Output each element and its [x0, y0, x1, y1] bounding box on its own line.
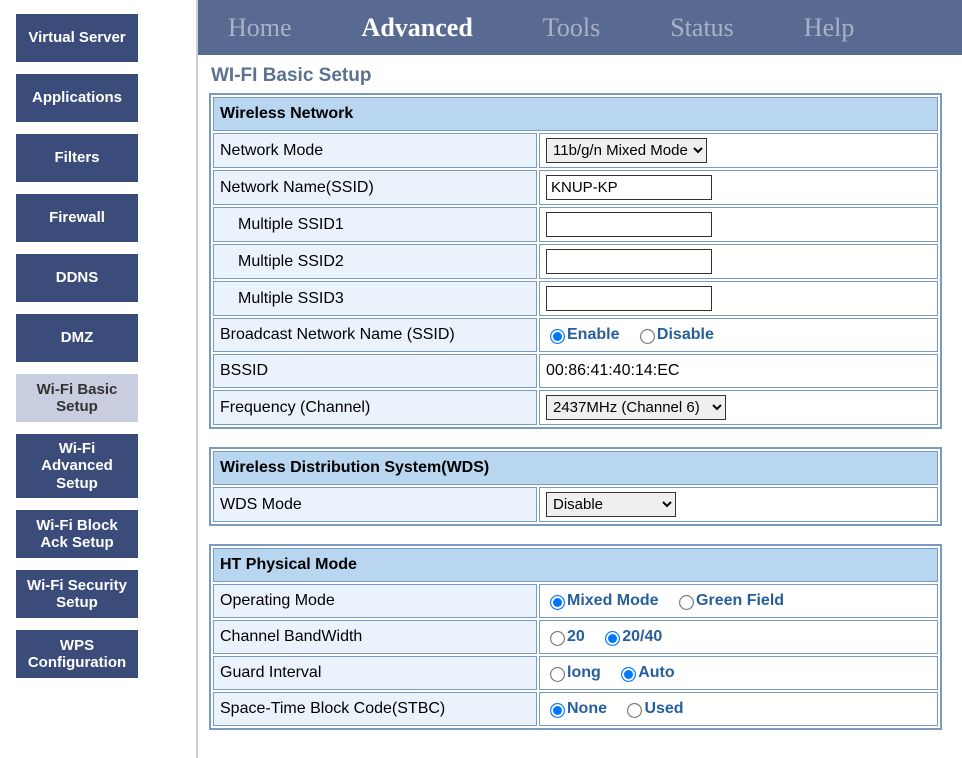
broadcast-disable-radio[interactable] [640, 329, 655, 344]
broadcast-ssid-label: Broadcast Network Name (SSID) [213, 318, 537, 352]
wds-table: Wireless Distribution System(WDS) WDS Mo… [209, 447, 942, 526]
network-mode-select[interactable]: 11b/g/n Mixed Mode [546, 138, 707, 163]
mssid2-input[interactable] [546, 249, 712, 274]
op-mixed-radio[interactable] [550, 595, 565, 610]
op-green-radio[interactable] [679, 595, 694, 610]
broadcast-disable-label: Disable [657, 326, 714, 343]
stbc-used-label: Used [644, 700, 683, 717]
bssid-value: 00:86:41:40:14:EC [539, 354, 938, 388]
bssid-label: BSSID [213, 354, 537, 388]
mssid1-label: Multiple SSID1 [213, 207, 537, 242]
network-mode-label: Network Mode [213, 133, 537, 168]
page-title: WI-FI Basic Setup [211, 65, 942, 87]
gi-long-label: long [567, 664, 601, 681]
topnav-tools[interactable]: Tools [543, 13, 600, 43]
sidebar-item-wps-configuration[interactable]: WPS Configuration [16, 630, 138, 678]
topnav-status[interactable]: Status [670, 13, 734, 43]
sidebar-item-dmz[interactable]: DMZ [16, 314, 138, 362]
ssid-label: Network Name(SSID) [213, 170, 537, 205]
cbw-2040-label: 20/40 [622, 628, 662, 645]
mssid1-input[interactable] [546, 212, 712, 237]
cbw-20-radio[interactable] [550, 631, 565, 646]
gi-auto-radio[interactable] [621, 667, 636, 682]
wds-header: Wireless Distribution System(WDS) [213, 451, 938, 485]
gi-long-radio[interactable] [550, 667, 565, 682]
sidebar-item-wifi-block-ack-setup[interactable]: Wi-Fi Block Ack Setup [16, 510, 138, 558]
frequency-label: Frequency (Channel) [213, 390, 537, 425]
wds-mode-label: WDS Mode [213, 487, 537, 522]
topnav-help[interactable]: Help [804, 13, 855, 43]
top-nav: Home Advanced Tools Status Help [198, 0, 962, 55]
stbc-label: Space-Time Block Code(STBC) [213, 692, 537, 726]
sidebar-item-filters[interactable]: Filters [16, 134, 138, 182]
sidebar-item-firewall[interactable]: Firewall [16, 194, 138, 242]
topnav-home[interactable]: Home [228, 13, 292, 43]
gi-auto-label: Auto [638, 664, 674, 681]
guard-interval-label: Guard Interval [213, 656, 537, 690]
frequency-select[interactable]: 2437MHz (Channel 6) [546, 395, 726, 420]
ht-header: HT Physical Mode [213, 548, 938, 582]
ssid-input[interactable] [546, 175, 712, 200]
wds-mode-select[interactable]: Disable [546, 492, 676, 517]
sidebar-item-applications[interactable]: Applications [16, 74, 138, 122]
ht-table: HT Physical Mode Operating Mode Mixed Mo… [209, 544, 942, 730]
op-green-label: Green Field [696, 592, 784, 609]
sidebar-item-wifi-advanced-setup[interactable]: Wi-Fi Advanced Setup [16, 434, 138, 498]
mssid2-label: Multiple SSID2 [213, 244, 537, 279]
cbw-2040-radio[interactable] [605, 631, 620, 646]
topnav-advanced[interactable]: Advanced [362, 13, 473, 43]
channel-bandwidth-label: Channel BandWidth [213, 620, 537, 654]
operating-mode-label: Operating Mode [213, 584, 537, 618]
cbw-20-label: 20 [567, 628, 585, 645]
wireless-network-table: Wireless Network Network Mode 11b/g/n Mi… [209, 93, 942, 429]
sidebar-item-wifi-basic-setup[interactable]: Wi-Fi Basic Setup [16, 374, 138, 422]
sidebar-item-wifi-security-setup[interactable]: Wi-Fi Security Setup [16, 570, 138, 618]
op-mixed-label: Mixed Mode [567, 592, 659, 609]
stbc-none-label: None [567, 700, 607, 717]
wireless-network-header: Wireless Network [213, 97, 938, 131]
mssid3-input[interactable] [546, 286, 712, 311]
mssid3-label: Multiple SSID3 [213, 281, 537, 316]
sidebar-item-ddns[interactable]: DDNS [16, 254, 138, 302]
sidebar: Virtual Server Applications Filters Fire… [0, 0, 196, 758]
broadcast-enable-radio[interactable] [550, 329, 565, 344]
sidebar-item-virtual-server[interactable]: Virtual Server [16, 14, 138, 62]
stbc-used-radio[interactable] [627, 703, 642, 718]
broadcast-enable-label: Enable [567, 326, 619, 343]
stbc-none-radio[interactable] [550, 703, 565, 718]
